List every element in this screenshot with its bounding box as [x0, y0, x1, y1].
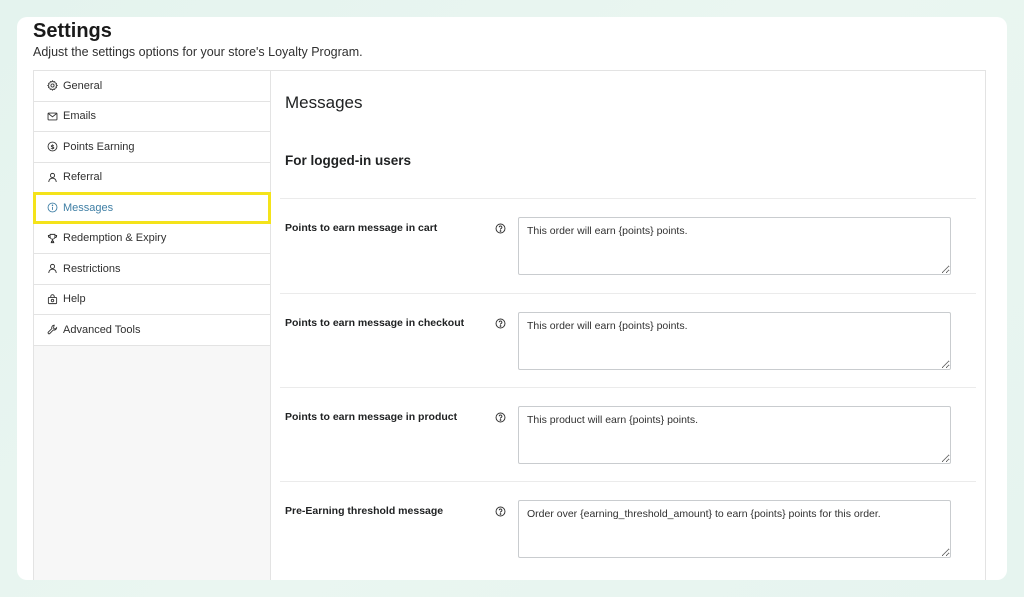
- messages-content: Messages For logged-in users Points to e…: [272, 71, 985, 580]
- sidebar-item-emails[interactable]: Emails: [34, 101, 270, 132]
- checkout-message-input[interactable]: [518, 312, 951, 370]
- sidebar-item-general[interactable]: General: [34, 71, 270, 102]
- help-circle-icon[interactable]: [495, 221, 507, 234]
- sidebar-item-redemption-expiry[interactable]: Redemption & Expiry: [34, 223, 270, 254]
- field-label: Pre-Earning threshold message: [285, 505, 444, 517]
- section-title: Messages: [285, 93, 363, 112]
- sidebar-item-referral[interactable]: Referral: [34, 162, 270, 193]
- person-icon: [46, 263, 58, 275]
- settings-panel: General Emails $ Points Earning Referral…: [33, 70, 986, 580]
- settings-card: Settings Adjust the settings options for…: [17, 17, 1007, 580]
- page-subtitle: Adjust the settings options for your sto…: [33, 45, 363, 59]
- sidebar-item-help[interactable]: Help: [34, 284, 270, 315]
- sidebar-item-points-earning[interactable]: $ Points Earning: [34, 132, 270, 163]
- sidebar-item-label: General: [63, 79, 103, 92]
- field-label: Points to earn message in checkout: [285, 317, 465, 329]
- cart-message-input[interactable]: [518, 217, 951, 275]
- sidebar-item-advanced-tools[interactable]: Advanced Tools: [34, 315, 270, 346]
- help-circle-icon[interactable]: [495, 410, 507, 423]
- sidebar-item-label: Help: [63, 293, 86, 306]
- settings-sidebar: General Emails $ Points Earning Referral…: [33, 71, 271, 580]
- message-row-product: Points to earn message in product: [280, 387, 976, 481]
- field-label: Points to earn message in product: [285, 411, 458, 423]
- trophy-icon: [46, 232, 58, 244]
- message-row-checkout: Points to earn message in checkout: [280, 293, 976, 387]
- product-message-input[interactable]: [518, 406, 951, 464]
- wrench-icon: [46, 324, 58, 336]
- message-row-cart: Points to earn message in cart: [280, 198, 976, 293]
- page-title: Settings: [33, 20, 112, 42]
- info-circle-icon: [46, 202, 58, 214]
- sidebar-item-label: Redemption & Expiry: [63, 232, 167, 245]
- settings-nav: General Emails $ Points Earning Referral…: [33, 71, 271, 346]
- lifebuoy-icon: [46, 293, 58, 305]
- sidebar-item-label: Emails: [63, 110, 97, 123]
- group-title: For logged-in users: [285, 153, 412, 168]
- sidebar-item-label: Restrictions: [63, 262, 121, 275]
- pre-earning-threshold-input[interactable]: [518, 500, 951, 558]
- person-icon: [46, 171, 58, 183]
- svg-text:$: $: [50, 144, 54, 151]
- field-label: Points to earn message in cart: [285, 222, 438, 234]
- message-row-pre-earning: Pre-Earning threshold message: [280, 481, 976, 580]
- sidebar-item-label: Advanced Tools: [63, 323, 141, 336]
- sidebar-item-label: Referral: [63, 171, 103, 184]
- gear-icon: [46, 80, 58, 92]
- sidebar-item-label: Points Earning: [63, 140, 135, 153]
- sidebar-item-restrictions[interactable]: Restrictions: [34, 254, 270, 285]
- mail-icon: [46, 110, 58, 122]
- help-circle-icon[interactable]: [495, 504, 507, 517]
- help-circle-icon[interactable]: [495, 316, 507, 329]
- sidebar-item-messages[interactable]: Messages: [33, 192, 271, 224]
- dollar-coin-icon: $: [46, 141, 58, 153]
- sidebar-item-label: Messages: [63, 201, 114, 214]
